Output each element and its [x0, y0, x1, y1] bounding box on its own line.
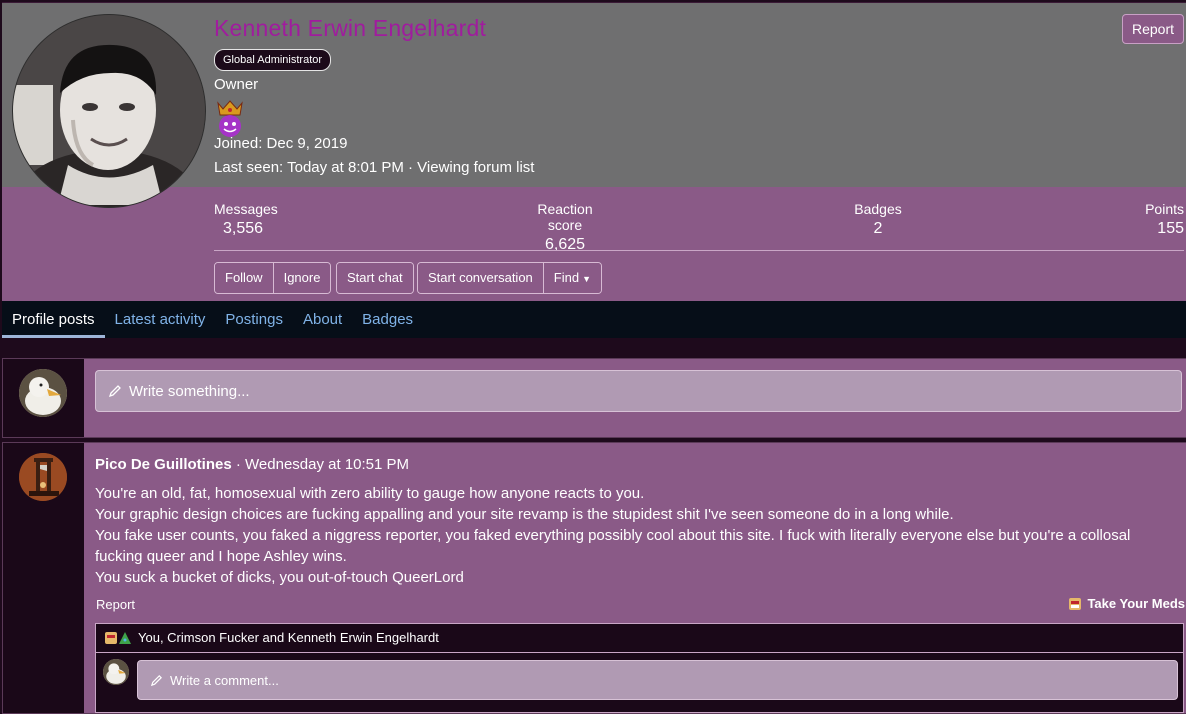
tab-profile-posts[interactable]: Profile posts: [2, 301, 105, 338]
find-button[interactable]: Find ▼: [542, 263, 601, 293]
start-conversation-button[interactable]: Start conversation: [418, 263, 543, 293]
reaction-button[interactable]: Take Your Meds: [1068, 596, 1185, 611]
conversation-find-group: Start conversation Find ▼: [417, 262, 602, 294]
report-profile-button[interactable]: Report: [1122, 14, 1185, 44]
stat-reaction-score[interactable]: Reaction score 6,625: [520, 201, 610, 254]
pencil-icon: [150, 675, 162, 687]
joined-date: Joined: Dec 9, 2019: [214, 135, 348, 152]
post-time[interactable]: · Wednesday at 10:51 PM: [232, 456, 409, 473]
profile-post-composer: Write something...: [2, 358, 1186, 438]
stat-badges-label: Badges: [854, 201, 902, 217]
start-chat-group: Start chat: [336, 262, 414, 294]
post-author-name[interactable]: Pico De Guillotines: [95, 456, 232, 473]
meds-reaction-icon: [1069, 597, 1082, 610]
stat-messages-label: Messages: [214, 201, 278, 217]
caret-down-icon: ▼: [582, 274, 591, 284]
follow-ignore-group: Follow Ignore: [214, 262, 332, 294]
tab-latest-activity[interactable]: Latest activity: [105, 301, 216, 338]
post-line: Your graphic design choices are fucking …: [95, 506, 954, 523]
stat-badges[interactable]: Badges 2: [849, 201, 907, 238]
start-chat-button[interactable]: Start chat: [337, 263, 413, 293]
reacted-by-text: You, Crimson Fucker and Kenneth Erwin En…: [138, 630, 439, 645]
reaction-label: Take Your Meds: [1087, 596, 1185, 611]
profile-tabs: Profile posts Latest activity Postings A…: [2, 301, 1186, 338]
composer-avatar-column: [3, 359, 84, 437]
stat-points-label: Points: [1145, 201, 1184, 217]
write-comment-placeholder: Write a comment...: [170, 673, 279, 688]
user-title: Owner: [214, 76, 259, 93]
reaction-summary-icons: [105, 632, 131, 644]
role-banner: Global Administrator: [214, 49, 332, 71]
last-seen: Last seen: Today at 8:01 PM · Viewing fo…: [214, 159, 535, 176]
stat-reaction-value: 6,625: [544, 236, 586, 253]
profile-post: Pico De Guillotines · Wednesday at 10:51…: [2, 442, 1186, 714]
write-something-placeholder: Write something...: [129, 383, 250, 400]
current-user-avatar[interactable]: [19, 369, 67, 417]
stat-badges-value: 2: [873, 220, 883, 237]
stat-messages[interactable]: Messages 3,556: [214, 201, 278, 238]
post-line: You suck a bucket of dicks, you out-of-t…: [95, 569, 464, 586]
tab-postings[interactable]: Postings: [215, 301, 293, 338]
stat-points-value: 155: [1157, 220, 1184, 237]
post-report-link[interactable]: Report: [96, 597, 135, 612]
post-body: You're an old, fat, homosexual with zero…: [95, 483, 1180, 588]
profile-avatar[interactable]: [13, 15, 205, 207]
tab-about[interactable]: About: [293, 301, 352, 338]
post-author-avatar[interactable]: [19, 453, 67, 501]
comment-composer: Write a comment...: [95, 653, 1184, 713]
ignore-button[interactable]: Ignore: [272, 263, 331, 293]
stat-reaction-label: Reaction score: [537, 201, 593, 233]
stats-divider: [214, 250, 1184, 251]
profile-name: Kenneth Erwin Engelhardt: [214, 15, 487, 41]
post-avatar-column: [3, 443, 84, 713]
post-line: You fake user counts, you faked a niggre…: [95, 527, 1131, 565]
pencil-icon: [108, 385, 121, 398]
write-something-input[interactable]: Write something...: [95, 370, 1182, 412]
stat-points[interactable]: Points 155: [1122, 201, 1184, 238]
write-comment-input[interactable]: Write a comment...: [137, 660, 1178, 700]
follow-button[interactable]: Follow: [215, 263, 273, 293]
reactions-summary[interactable]: You, Crimson Fucker and Kenneth Erwin En…: [95, 623, 1184, 653]
crown-emoji-icon: [214, 99, 246, 137]
comment-user-avatar[interactable]: [103, 659, 129, 685]
post-line: You're an old, fat, homosexual with zero…: [95, 485, 645, 502]
tab-badges[interactable]: Badges: [352, 301, 423, 338]
post-header: Pico De Guillotines · Wednesday at 10:51…: [95, 456, 409, 473]
find-label: Find: [553, 270, 580, 285]
profile-header: Kenneth Erwin Engelhardt Global Administ…: [2, 2, 1186, 338]
stat-messages-value: 3,556: [223, 220, 264, 237]
